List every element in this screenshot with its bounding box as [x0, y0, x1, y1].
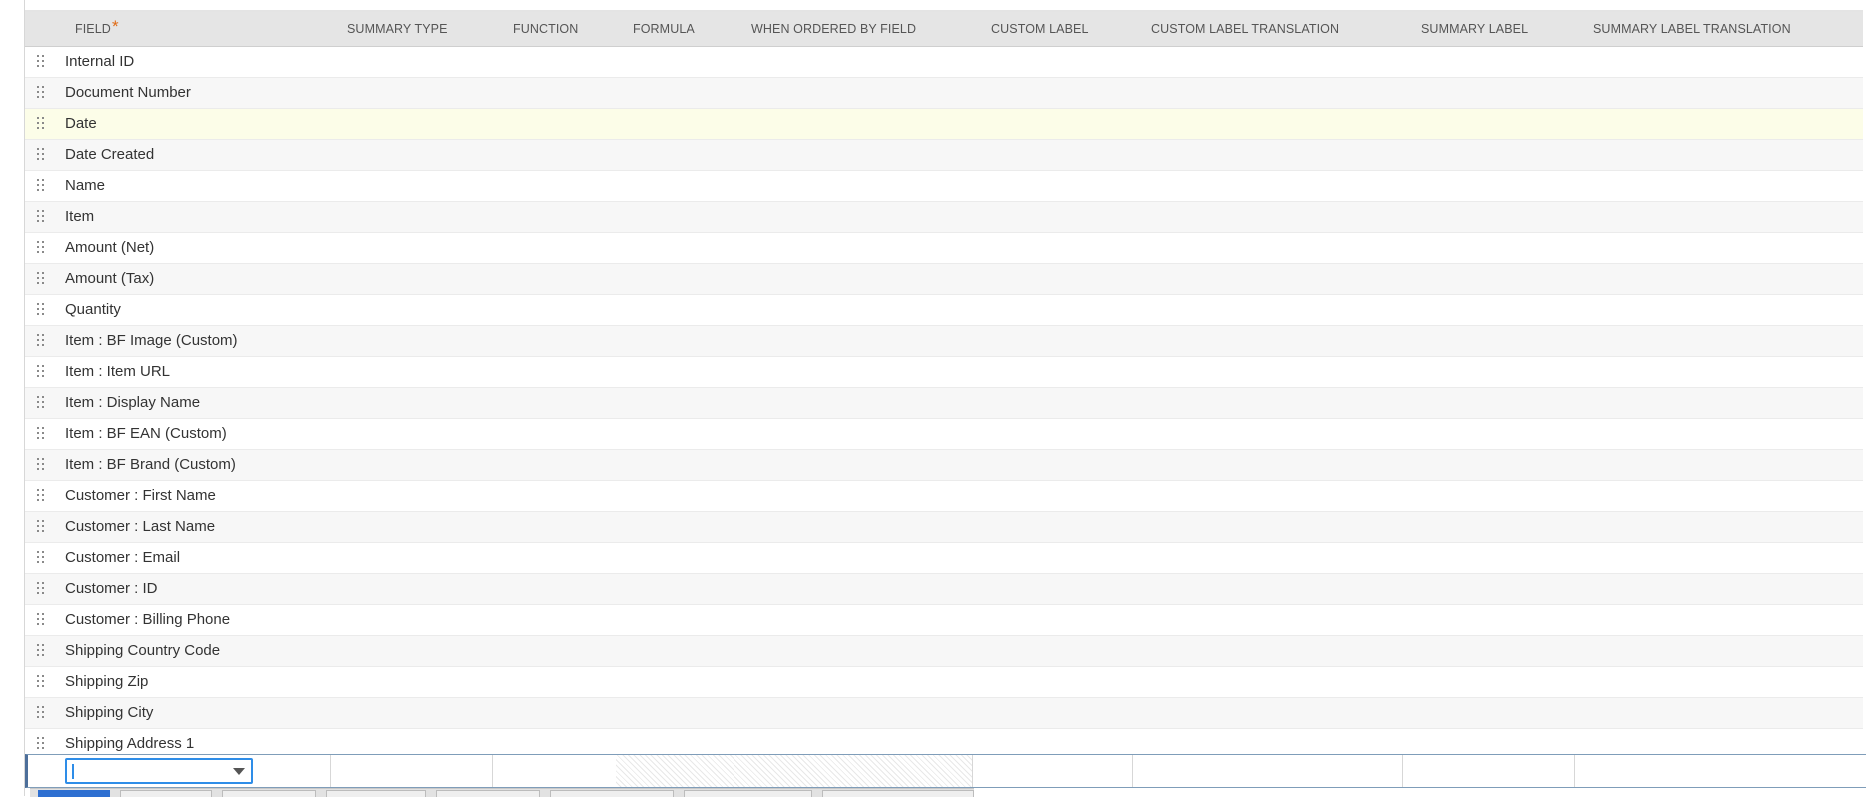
required-mark: * [111, 17, 119, 36]
drag-handle-icon[interactable] [37, 551, 45, 565]
drag-handle-icon[interactable] [37, 86, 45, 100]
table-row[interactable]: Date Created [25, 140, 1863, 171]
col-header-formula[interactable]: FORMULA [633, 12, 695, 46]
row-field-label: Customer : Last Name [65, 518, 216, 535]
table-row[interactable]: Item : Display Name [25, 388, 1863, 419]
drag-handle-icon[interactable] [37, 365, 45, 379]
grid-header: FIELD* SUMMARY TYPE FUNCTION FORMULA WHE… [25, 12, 1863, 47]
drag-handle-icon[interactable] [37, 675, 45, 689]
row-field-label: Amount (Net) [65, 239, 155, 256]
row-field-label: Item : Display Name [65, 394, 201, 411]
drag-handle-icon[interactable] [37, 396, 45, 410]
row-field-label: Customer : ID [65, 580, 158, 597]
drag-handle-icon[interactable] [37, 489, 45, 503]
table-row[interactable]: Shipping Zip [25, 667, 1863, 698]
row-field-label: Item [65, 208, 95, 225]
col-header-field[interactable]: FIELD* [75, 12, 119, 46]
row-field-label: Item : BF EAN (Custom) [65, 425, 227, 442]
table-row[interactable]: Quantity [25, 295, 1863, 326]
drag-handle-icon[interactable] [37, 303, 45, 317]
row-field-label: Date Created [65, 146, 155, 163]
new-row-function-cell[interactable] [492, 755, 617, 787]
drag-handle-icon[interactable] [37, 520, 45, 534]
col-header-function[interactable]: FUNCTION [513, 12, 578, 46]
col-header-summary-label[interactable]: SUMMARY LABEL [1421, 12, 1528, 46]
table-row[interactable]: Document Number [25, 78, 1863, 109]
new-row-custom-label-cell[interactable] [972, 755, 1133, 787]
row-field-label: Item : Item URL [65, 363, 171, 380]
row-field-label: Shipping Zip [65, 673, 149, 690]
row-field-label: Shipping City [65, 704, 154, 721]
table-row[interactable]: Internal ID [25, 47, 1863, 78]
row-field-label: Customer : Billing Phone [65, 611, 231, 628]
row-field-label: Amount (Tax) [65, 270, 155, 287]
drag-handle-icon[interactable] [37, 55, 45, 69]
row-field-label: Item : BF Brand (Custom) [65, 456, 236, 473]
drag-handle-icon[interactable] [37, 179, 45, 193]
drag-handle-icon[interactable] [37, 737, 45, 751]
row-field-label: Internal ID [65, 53, 135, 70]
drag-handle-icon[interactable] [37, 613, 45, 627]
row-field-label: Document Number [65, 84, 191, 101]
new-row-editor [25, 754, 1866, 788]
row-field-label: Item : BF Image (Custom) [65, 332, 238, 349]
text-cursor [72, 764, 74, 779]
row-field-label: Customer : First Name [65, 487, 216, 504]
new-row-summary-type-cell[interactable] [330, 755, 493, 787]
row-field-label: Name [65, 177, 106, 194]
new-row-summary-label-translation-cell[interactable] [1574, 755, 1866, 787]
table-row[interactable]: Item : Item URL [25, 357, 1863, 388]
drag-handle-icon[interactable] [37, 272, 45, 286]
table-row[interactable]: Item : BF EAN (Custom) [25, 419, 1863, 450]
row-field-label: Date [65, 115, 97, 132]
col-header-when-ordered-by-field[interactable]: WHEN ORDERED BY FIELD [751, 12, 916, 46]
table-row[interactable]: Date [25, 109, 1863, 140]
row-field-label: Customer : Email [65, 549, 181, 566]
new-row-when-ordered-cell [734, 755, 973, 787]
col-header-custom-label-translation[interactable]: CUSTOM LABEL TRANSLATION [1151, 12, 1339, 46]
col-field-label: FIELD [75, 22, 111, 36]
row-field-label: Shipping Country Code [65, 642, 221, 659]
drag-handle-icon[interactable] [37, 427, 45, 441]
drag-handle-icon[interactable] [37, 117, 45, 131]
drag-handle-icon[interactable] [37, 334, 45, 348]
drag-handle-icon[interactable] [37, 148, 45, 162]
results-columns-grid: FIELD* SUMMARY TYPE FUNCTION FORMULA WHE… [25, 12, 1863, 760]
drag-handle-icon[interactable] [37, 241, 45, 255]
table-row[interactable]: Customer : Email [25, 543, 1863, 574]
chevron-down-icon[interactable] [233, 768, 245, 775]
table-row[interactable]: Amount (Tax) [25, 264, 1863, 295]
table-row[interactable]: Item [25, 202, 1863, 233]
table-row[interactable]: Customer : Billing Phone [25, 605, 1863, 636]
table-row[interactable]: Name [25, 171, 1863, 202]
new-row-custom-label-translation-cell[interactable] [1132, 755, 1403, 787]
table-row[interactable]: Customer : Last Name [25, 512, 1863, 543]
field-select[interactable] [65, 758, 253, 784]
table-row[interactable]: Shipping Country Code [25, 636, 1863, 667]
drag-handle-icon[interactable] [37, 582, 45, 596]
new-row-formula-cell [616, 755, 735, 787]
new-row-summary-label-cell[interactable] [1402, 755, 1575, 787]
table-row[interactable]: Customer : First Name [25, 481, 1863, 512]
grid-body: Internal ID Document Number Date Date Creat… [25, 47, 1863, 760]
row-field-label: Quantity [65, 301, 121, 318]
col-header-custom-label[interactable]: CUSTOM LABEL [991, 12, 1089, 46]
drag-handle-icon[interactable] [37, 706, 45, 720]
col-header-summary-label-translation[interactable]: SUMMARY LABEL TRANSLATION [1593, 12, 1791, 46]
table-row[interactable]: Amount (Net) [25, 233, 1863, 264]
table-row[interactable]: Item : BF Image (Custom) [25, 326, 1863, 357]
drag-handle-icon[interactable] [37, 458, 45, 472]
table-row[interactable]: Customer : ID [25, 574, 1863, 605]
table-row[interactable]: Item : BF Brand (Custom) [25, 450, 1863, 481]
table-row[interactable]: Shipping City [25, 698, 1863, 729]
col-header-summary-type[interactable]: SUMMARY TYPE [347, 12, 448, 46]
drag-handle-icon[interactable] [37, 210, 45, 224]
new-row-field-cell [28, 755, 331, 787]
drag-handle-icon[interactable] [37, 644, 45, 658]
